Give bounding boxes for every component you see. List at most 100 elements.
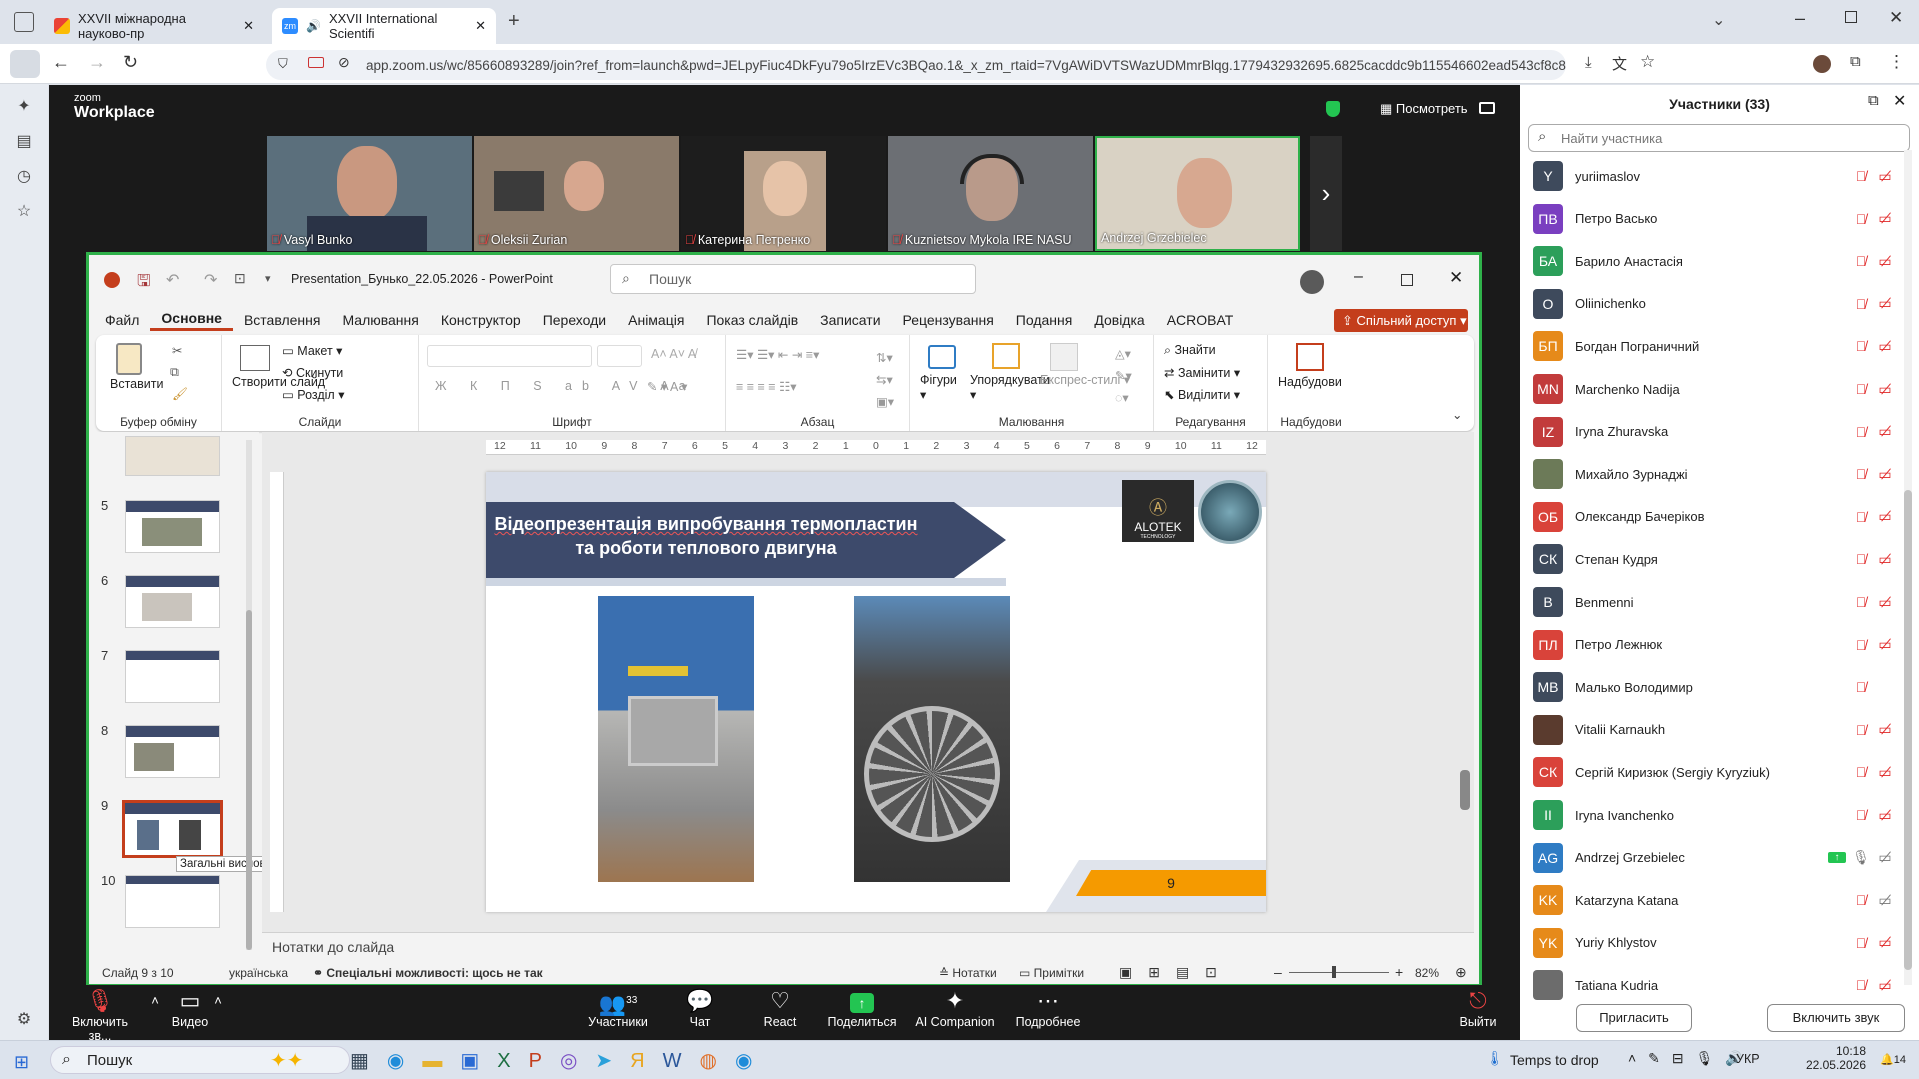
video-options-caret[interactable]: ˄ (208, 985, 228, 1040)
participant-row[interactable]: Yyuriimaslov 🎙̸ ▭̸ (1520, 155, 1900, 197)
bookmark-star-icon[interactable]: ☆ (1640, 52, 1655, 72)
reset-button[interactable]: ⟲ Скинути (282, 365, 343, 380)
font-size-box[interactable] (597, 345, 642, 367)
copilot-icon[interactable]: ✦ (12, 95, 36, 119)
restore-icon[interactable] (1845, 11, 1857, 23)
taskbar-search[interactable]: Пошук (50, 1046, 350, 1074)
participant-row[interactable]: Tatiana Kudria 🎙̸ ▭̸ (1520, 964, 1900, 1006)
participant-row[interactable]: Михайло Зурнаджі 🎙̸ ▭̸ (1520, 453, 1900, 495)
popout-icon[interactable]: ⧉ (1868, 92, 1879, 109)
browser-tab-active[interactable]: zm 🔊 XXVII International Scientifi ✕ (272, 8, 496, 44)
download-icon[interactable]: ⤓ (1585, 54, 1592, 71)
comments-toggle[interactable]: ▭ Примітки (1019, 966, 1084, 980)
paste-icon[interactable] (116, 343, 142, 375)
font-size-controls-icon[interactable]: A˄ A˅ A̸ (651, 347, 696, 361)
unmute-all-button[interactable]: Включить звук (1767, 1004, 1905, 1032)
participant-row[interactable]: MN Marchenko Nadija 🎙̸ ▭̸ (1520, 368, 1900, 410)
mic-muted-icon[interactable]: 🎙̸ (1852, 722, 1870, 738)
undo-icon[interactable]: ↶ (166, 270, 179, 290)
notes-toggle[interactable]: ≙ Нотатки (939, 966, 997, 980)
mic-muted-icon[interactable]: 🎙̸ (1852, 168, 1870, 184)
participant-row[interactable]: O Oliinichenko 🎙̸ ▭̸ (1520, 283, 1900, 325)
mic-muted-icon[interactable]: 🎙̸ (1852, 551, 1870, 567)
tab-animations[interactable]: Анімація (617, 312, 695, 328)
shapes-button[interactable]: Фігури ▾ (920, 373, 957, 402)
collections-icon[interactable]: ▤ (12, 130, 36, 154)
select-button[interactable]: ⬉ Виділити ▾ (1164, 387, 1240, 402)
close-window-icon[interactable]: ✕ (1889, 8, 1903, 28)
participant-row[interactable]: ПВ Петро Васько 🎙̸ ▭̸ (1520, 198, 1900, 240)
weather-icon[interactable]: 🌡 (1486, 1050, 1504, 1067)
react-button[interactable]: ♡ React (750, 985, 810, 1040)
shield-icon[interactable]: ⛉ (278, 56, 288, 72)
view-button[interactable]: ▦ Посмотреть (1380, 101, 1468, 117)
participants-scrollbar[interactable] (1904, 150, 1912, 985)
notes-pane[interactable]: Нотатки до слайда (262, 932, 1474, 962)
minimize-icon[interactable]: – (1354, 268, 1363, 286)
new-tab-icon[interactable]: + (508, 10, 520, 33)
reload-icon[interactable]: ↻ (123, 52, 138, 73)
tab-draw[interactable]: Малювання (331, 312, 429, 328)
tab-design[interactable]: Конструктор (430, 312, 532, 328)
close-icon[interactable]: ✕ (475, 18, 486, 34)
chat-button[interactable]: 💬 Чат (670, 985, 730, 1040)
tab-home[interactable]: Основне (150, 310, 233, 331)
keyboard-language[interactable]: УКР (1736, 1052, 1760, 1066)
tab-file[interactable]: Файл (89, 312, 150, 328)
next-videos-arrow[interactable]: › (1310, 136, 1342, 251)
canvas-scrollbar[interactable] (1460, 440, 1470, 910)
more-button[interactable]: ⋯ Подробнее (1010, 985, 1086, 1040)
mic-muted-icon[interactable]: 🎙̸ (1852, 211, 1870, 227)
mic-muted-icon[interactable]: 🎙̸ (1852, 892, 1870, 908)
maximize-icon[interactable] (1401, 274, 1413, 286)
video-off-icon[interactable]: ▭̸ (1876, 381, 1894, 398)
slide-thumbnail-8[interactable] (125, 725, 220, 778)
account-avatar[interactable] (1300, 270, 1324, 294)
sidebar-toggle-icon[interactable] (10, 50, 40, 78)
layout-button[interactable]: ▭ Макет ▾ (282, 343, 342, 358)
cut-icon[interactable]: ✂ (172, 343, 182, 358)
participant-row[interactable]: KK Katarzyna Katana 🎙̸ ▭̸ (1520, 879, 1900, 921)
tab-review[interactable]: Рецензування (892, 312, 1005, 328)
video-off-icon[interactable]: ▭̸ (1876, 764, 1894, 781)
language-indicator[interactable]: українська (229, 966, 288, 980)
slide-canvas[interactable]: Відеопрезентація випробування термопласт… (486, 472, 1266, 912)
windows-start-icon[interactable]: ⊞ (14, 1052, 29, 1073)
video-off-icon[interactable]: ▭̸ (1876, 508, 1894, 525)
mic-muted-icon[interactable]: 🎙̸ (1852, 509, 1870, 525)
replace-button[interactable]: ⇄ Замінити ▾ (1164, 365, 1240, 380)
participant-row[interactable]: Vitalii Karnaukh 🎙̸ ▭̸ (1520, 709, 1900, 751)
tab-insert[interactable]: Вставлення (233, 312, 332, 328)
slide-thumbnail-10[interactable] (125, 875, 220, 928)
video-off-icon[interactable]: ▭̸ (1876, 721, 1894, 738)
video-off-icon[interactable]: ▭̸ (1876, 849, 1894, 866)
slide-thumbnail-9-selected[interactable] (122, 800, 223, 858)
mic-icon[interactable]: 🎙 (1852, 849, 1870, 866)
ppt-search-box[interactable]: Пошук (610, 264, 976, 294)
text-direction-icons[interactable]: ⇅▾ ⇆▾ ▣▾ (876, 347, 894, 413)
url-field[interactable]: app.zoom.us/wc/85660893289/join?ref_from… (266, 50, 1566, 80)
font-color-icons[interactable]: ✎ ▾ A ▾ (647, 379, 687, 394)
mic-muted-icon[interactable]: 🎙̸ (1852, 424, 1870, 440)
arrange-button[interactable]: Упорядкувати ▾ (970, 373, 1050, 402)
mic-muted-icon[interactable]: 🎙̸ (1852, 338, 1870, 354)
participant-row[interactable]: БП Богдан Пограничний 🎙̸ ▭̸ (1520, 325, 1900, 367)
extensions-icon[interactable]: ⧉ (1850, 53, 1861, 70)
fit-slide-icon[interactable]: ⊕ (1455, 964, 1467, 981)
tab-slideshow[interactable]: Показ слайдів (695, 312, 809, 328)
copilot-sparkles-icon[interactable]: ✦✦ (270, 1048, 304, 1073)
mic-blocked-icon[interactable]: ⊘ (338, 54, 350, 71)
video-off-icon[interactable]: ▭̸ (1876, 295, 1894, 312)
format-painter-icon[interactable]: 🖌 (172, 387, 188, 402)
pinned-apps[interactable]: ▦◉▬▣XP◎➤ЯW◍◉ (350, 1048, 770, 1073)
profile-avatar[interactable] (1813, 55, 1831, 73)
participant-row[interactable]: БА Барило Анастасія 🎙̸ ▭̸ (1520, 240, 1900, 282)
tab-help[interactable]: Довідка (1083, 312, 1155, 328)
video-off-icon[interactable]: ▭̸ (1876, 338, 1894, 355)
unmute-button[interactable]: 🎙 Включить зв... (60, 985, 140, 1043)
close-icon[interactable]: ✕ (1449, 268, 1463, 288)
participant-row[interactable]: ПЛ Петро Лежнюк 🎙̸ ▭̸ (1520, 624, 1900, 666)
translate-icon[interactable]: 文 (1612, 53, 1627, 74)
video-off-icon[interactable]: ▭̸ (1876, 977, 1894, 994)
arrange-icon[interactable] (992, 343, 1020, 369)
